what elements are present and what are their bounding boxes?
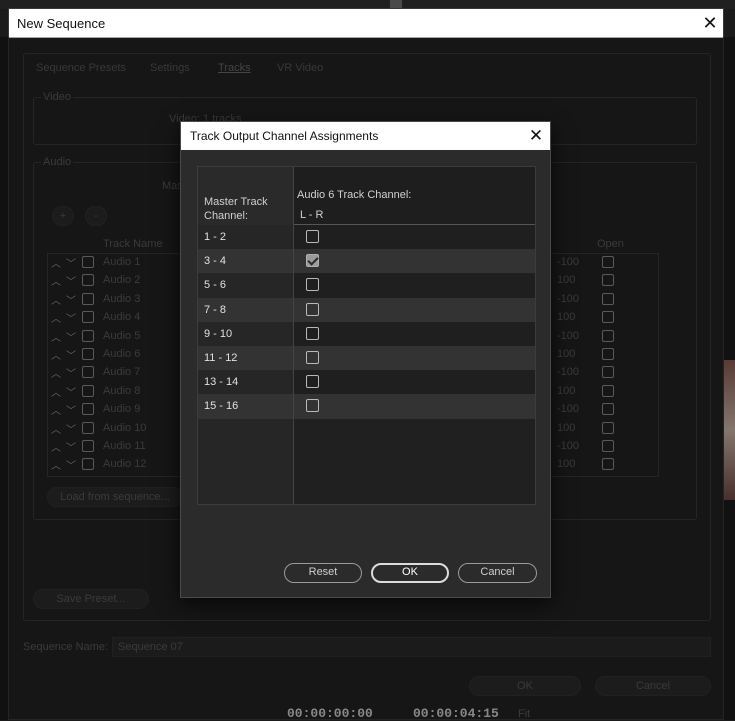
close-icon[interactable]: ✕	[699, 12, 721, 34]
channel-row-cell	[294, 249, 535, 274]
track-output-channel-dialog: Track Output Channel Assignments ✕ Maste…	[180, 121, 551, 598]
channel-row-cell	[294, 225, 535, 250]
channel-row: 1 - 2	[198, 225, 535, 250]
channel-row: 13 - 14	[198, 370, 535, 395]
dialog-titlebar: Track Output Channel Assignments ✕	[181, 122, 550, 150]
channel-checkbox[interactable]	[306, 278, 319, 292]
channel-row-label: 13 - 14	[198, 370, 294, 395]
reset-button[interactable]: Reset	[284, 563, 362, 583]
channel-row-label: 3 - 4	[198, 249, 294, 274]
track-channel-header-text: Audio 6 Track Channel:	[297, 189, 412, 201]
channel-row-cell	[294, 321, 535, 346]
ok-button[interactable]: OK	[371, 563, 449, 583]
dialog-title: New Sequence	[17, 16, 106, 31]
channel-row-label: 15 - 16	[198, 394, 294, 419]
cancel-button[interactable]: Cancel	[458, 563, 537, 583]
channel-row-label: 9 - 10	[198, 321, 294, 346]
channel-checkbox[interactable]	[306, 375, 319, 389]
channel-row: 9 - 10	[198, 321, 535, 346]
channel-row: 5 - 6	[198, 273, 535, 298]
channel-row: 15 - 16	[198, 394, 535, 419]
channel-row: 3 - 4	[198, 249, 535, 274]
channel-row: 11 - 12	[198, 346, 535, 371]
close-icon[interactable]: ✕	[525, 125, 547, 147]
channel-row-label: 1 - 2	[198, 225, 294, 250]
channel-row: 7 - 8	[198, 297, 535, 322]
channel-row-cell	[294, 297, 535, 322]
channel-checkbox[interactable]	[306, 302, 319, 316]
channel-checkbox-checked[interactable]	[306, 254, 319, 268]
channel-row-label: 11 - 12	[198, 346, 294, 371]
channel-row-label: 7 - 8	[198, 297, 294, 322]
channel-grid: Master Track Channel: Audio 6 Track Chan…	[197, 166, 536, 505]
master-channel-header: Master Track Channel:	[198, 167, 294, 225]
channel-checkbox[interactable]	[306, 399, 319, 413]
channel-row-label: 5 - 6	[198, 273, 294, 298]
channel-checkbox[interactable]	[306, 326, 319, 340]
channel-row-cell	[294, 370, 535, 395]
dialog-title: Track Output Channel Assignments	[190, 129, 379, 143]
channel-checkbox[interactable]	[306, 351, 319, 364]
dialog-titlebar: New Sequence ✕	[9, 9, 723, 38]
channel-row-cell	[294, 394, 535, 419]
track-channel-lr: L - R	[300, 209, 324, 221]
channel-checkbox[interactable]	[306, 230, 319, 243]
master-channel-header-text: Master Track Channel:	[204, 196, 268, 222]
track-channel-header: Audio 6 Track Channel: L - R	[294, 167, 535, 225]
channel-row-cell	[294, 273, 535, 298]
channel-row-cell	[294, 346, 535, 371]
